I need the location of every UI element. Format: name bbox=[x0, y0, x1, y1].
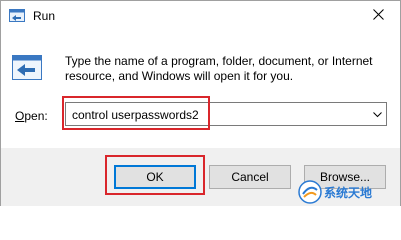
chevron-down-icon bbox=[372, 107, 382, 121]
close-icon bbox=[372, 9, 384, 23]
open-command-input[interactable]: control userpasswords2 bbox=[72, 108, 199, 122]
watermark-text: 系统天地 bbox=[324, 186, 373, 200]
dropdown-button[interactable] bbox=[368, 103, 386, 125]
instructions-line-1: Type the name of a program, folder, docu… bbox=[65, 54, 373, 68]
cancel-button-label: Cancel bbox=[231, 170, 269, 184]
button-bar: OK Cancel Browse... 系统天地 bbox=[1, 148, 400, 206]
run-app-icon bbox=[9, 9, 25, 23]
watermark-logo-icon bbox=[298, 180, 322, 207]
instructions-line-2: resource, and Windows will open it for y… bbox=[65, 69, 294, 83]
title-bar[interactable]: Run bbox=[1, 1, 400, 32]
instructions-text: Type the name of a program, folder, docu… bbox=[65, 54, 390, 84]
open-label-accesskey: O bbox=[15, 109, 25, 123]
cancel-button[interactable]: Cancel bbox=[209, 165, 291, 189]
dialog-body: Type the name of a program, folder, docu… bbox=[1, 32, 400, 148]
open-label-text: pen: bbox=[24, 109, 48, 123]
ok-button-label: OK bbox=[146, 170, 164, 184]
open-label: Open: bbox=[15, 109, 48, 123]
run-dialog: Run Type the name of a program, folder, … bbox=[0, 0, 401, 206]
window-title: Run bbox=[33, 9, 56, 23]
close-button[interactable] bbox=[356, 1, 400, 31]
ok-button[interactable]: OK bbox=[114, 165, 196, 189]
run-app-icon bbox=[11, 52, 43, 84]
site-watermark: 系统天地 bbox=[298, 180, 396, 204]
open-command-combobox[interactable]: control userpasswords2 bbox=[65, 102, 387, 126]
